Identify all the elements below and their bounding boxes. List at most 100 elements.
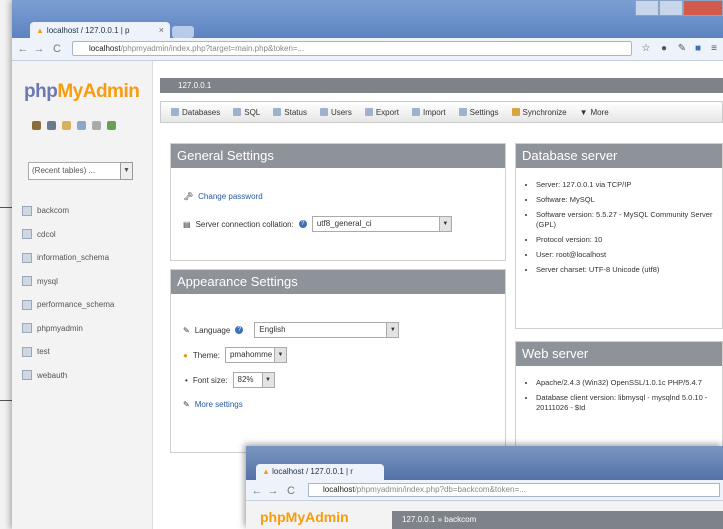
tab-strip: ▲ localhost / 127.0.0.1 | p × bbox=[12, 0, 723, 38]
list-item: Software version: 5.5.27 - MySQL Communi… bbox=[536, 210, 722, 230]
export-icon bbox=[364, 108, 373, 116]
database-server-title: Database server bbox=[516, 144, 722, 168]
database-item[interactable]: backcom bbox=[22, 199, 114, 223]
second-address-host: localhost bbox=[323, 485, 355, 494]
second-toolbar: ← → C localhost/phpmyadmin/index.php?db=… bbox=[246, 480, 723, 501]
database-icon bbox=[22, 229, 32, 240]
tab-synchronize[interactable]: Synchronize bbox=[511, 108, 567, 117]
database-server-list: Server: 127.0.0.1 via TCP/IP Software: M… bbox=[522, 180, 722, 280]
phpmyadmin-logo[interactable]: phpMyAdmin bbox=[24, 81, 140, 103]
reload-icon[interactable]: C bbox=[284, 484, 298, 498]
more-settings-link[interactable]: More settings bbox=[195, 400, 243, 409]
database-item[interactable]: mysql bbox=[22, 270, 114, 294]
second-page-header: phpMyAdmin 127.0.0.1 » backcom bbox=[246, 501, 723, 529]
second-phpmyadmin-logo: phpMyAdmin bbox=[260, 509, 349, 525]
users-icon bbox=[319, 108, 328, 116]
docs-icon[interactable] bbox=[77, 121, 86, 130]
help-icon[interactable]: ? bbox=[235, 326, 244, 334]
theme-row: ● Theme: pmahomme ▼ bbox=[183, 347, 287, 363]
tab-databases[interactable]: Databases bbox=[171, 108, 220, 117]
database-item[interactable]: information_schema bbox=[22, 246, 114, 270]
tab-more[interactable]: ▼ More bbox=[580, 108, 609, 117]
forward-icon[interactable]: → bbox=[32, 42, 46, 56]
address-host: localhost bbox=[89, 44, 121, 53]
font-size-label: Font size: bbox=[192, 375, 228, 385]
pen-icon[interactable]: ✎ bbox=[676, 43, 688, 55]
star-icon[interactable]: ☆ bbox=[640, 43, 652, 55]
favicon-icon: ▲ bbox=[262, 467, 270, 476]
recent-tables-select[interactable]: (Recent tables) ... ▼ bbox=[28, 162, 133, 180]
collation-icon: ▤ bbox=[183, 219, 191, 229]
address-path: /phpmyadmin/index.php?target=main.php&to… bbox=[120, 44, 305, 53]
database-item[interactable]: cdcol bbox=[22, 223, 114, 247]
logout-icon[interactable] bbox=[47, 121, 56, 130]
tab-settings[interactable]: Settings bbox=[458, 108, 499, 117]
minimize-button[interactable] bbox=[635, 0, 659, 16]
database-item[interactable]: performance_schema bbox=[22, 293, 114, 317]
address-bar[interactable]: localhost/phpmyadmin/index.php?target=ma… bbox=[72, 41, 632, 56]
list-item: Apache/2.4.3 (Win32) OpenSSL/1.0.1c PHP/… bbox=[536, 378, 722, 388]
chevron-down-icon: ▼ bbox=[120, 162, 133, 180]
extension-blue-icon[interactable]: ■ bbox=[692, 43, 704, 55]
back-icon[interactable]: ← bbox=[250, 484, 264, 498]
database-icon bbox=[22, 370, 32, 381]
second-browser-tab[interactable]: ▲ localhost / 127.0.0.1 | r bbox=[256, 464, 384, 480]
second-address-bar[interactable]: localhost/phpmyadmin/index.php?db=backco… bbox=[308, 483, 720, 497]
collation-row: ▤ Server connection collation: ? utf8_ge… bbox=[183, 216, 452, 232]
general-settings-title: General Settings bbox=[171, 144, 505, 168]
theme-select[interactable]: pmahomme ▼ bbox=[224, 347, 287, 363]
extension-icon[interactable]: ● bbox=[658, 43, 670, 55]
bullet-icon: • bbox=[185, 375, 188, 385]
reload-icon[interactable]: C bbox=[50, 42, 64, 56]
window-controls bbox=[635, 0, 723, 16]
second-tab-strip: ▲ localhost / 127.0.0.1 | r bbox=[246, 446, 723, 480]
database-list: backcom cdcol information_schema mysql p… bbox=[22, 199, 114, 387]
top-menu: Databases SQL Status Users Export Import… bbox=[160, 101, 723, 123]
key-icon: 🗝 bbox=[183, 192, 194, 201]
browser-tab[interactable]: ▲ localhost / 127.0.0.1 | p × bbox=[30, 22, 170, 38]
database-icon bbox=[22, 299, 32, 310]
wrench-icon bbox=[458, 108, 467, 116]
close-window-button[interactable] bbox=[683, 0, 723, 16]
tab-sql[interactable]: SQL bbox=[233, 108, 260, 117]
breadcrumb[interactable]: 127.0.0.1 bbox=[160, 78, 723, 93]
home-icon[interactable] bbox=[32, 121, 41, 130]
appearance-settings-panel: Appearance Settings ✎ Language ? English… bbox=[170, 269, 506, 453]
settings-icon[interactable] bbox=[92, 121, 101, 130]
font-size-row: • Font size: 82% ▼ bbox=[185, 372, 275, 388]
tab-export[interactable]: Export bbox=[364, 108, 399, 117]
collation-select[interactable]: utf8_general_ci ▼ bbox=[311, 216, 452, 232]
new-tab-button[interactable] bbox=[172, 26, 194, 38]
help-icon[interactable]: ? bbox=[298, 220, 307, 228]
list-item: Database client version: libmysql - mysq… bbox=[536, 393, 722, 413]
second-browser-window[interactable]: ▲ localhost / 127.0.0.1 | r ← → C localh… bbox=[246, 446, 723, 529]
tab-import[interactable]: Import bbox=[411, 108, 446, 117]
language-select[interactable]: English ▼ bbox=[254, 322, 400, 338]
help-icon[interactable] bbox=[62, 121, 71, 130]
navigation-panel: phpMyAdmin (Recent tables) ... ▼ backcom… bbox=[12, 61, 153, 529]
list-item: Server charset: UTF-8 Unicode (utf8) bbox=[536, 265, 722, 275]
back-icon[interactable]: ← bbox=[16, 42, 30, 56]
reload-nav-icon[interactable] bbox=[107, 121, 116, 130]
change-password-link[interactable]: Change password bbox=[198, 192, 262, 201]
change-password-row: 🗝 Change password bbox=[183, 192, 263, 201]
list-item: Server: 127.0.0.1 via TCP/IP bbox=[536, 180, 722, 190]
database-item[interactable]: phpmyadmin bbox=[22, 317, 114, 341]
appearance-settings-title: Appearance Settings bbox=[171, 270, 505, 294]
tab-title: localhost / 127.0.0.1 | p bbox=[46, 25, 130, 35]
favicon-icon: ▲ bbox=[36, 25, 44, 35]
database-icon bbox=[22, 252, 32, 263]
tab-users[interactable]: Users bbox=[319, 108, 352, 117]
database-item[interactable]: test bbox=[22, 340, 114, 364]
web-server-list: Apache/2.4.3 (Win32) OpenSSL/1.0.1c PHP/… bbox=[522, 378, 722, 418]
tab-close-icon[interactable]: × bbox=[159, 25, 164, 35]
tab-status[interactable]: Status bbox=[273, 108, 307, 117]
menu-icon[interactable]: ≡ bbox=[708, 43, 720, 55]
font-size-select[interactable]: 82% ▼ bbox=[232, 372, 275, 388]
second-address-path: /phpmyadmin/index.php?db=backcom&token=.… bbox=[354, 485, 526, 494]
database-icon bbox=[22, 323, 32, 334]
forward-icon[interactable]: → bbox=[266, 484, 280, 498]
database-item[interactable]: webauth bbox=[22, 364, 114, 388]
maximize-button[interactable] bbox=[659, 0, 683, 16]
second-breadcrumb[interactable]: 127.0.0.1 » backcom bbox=[392, 511, 723, 529]
